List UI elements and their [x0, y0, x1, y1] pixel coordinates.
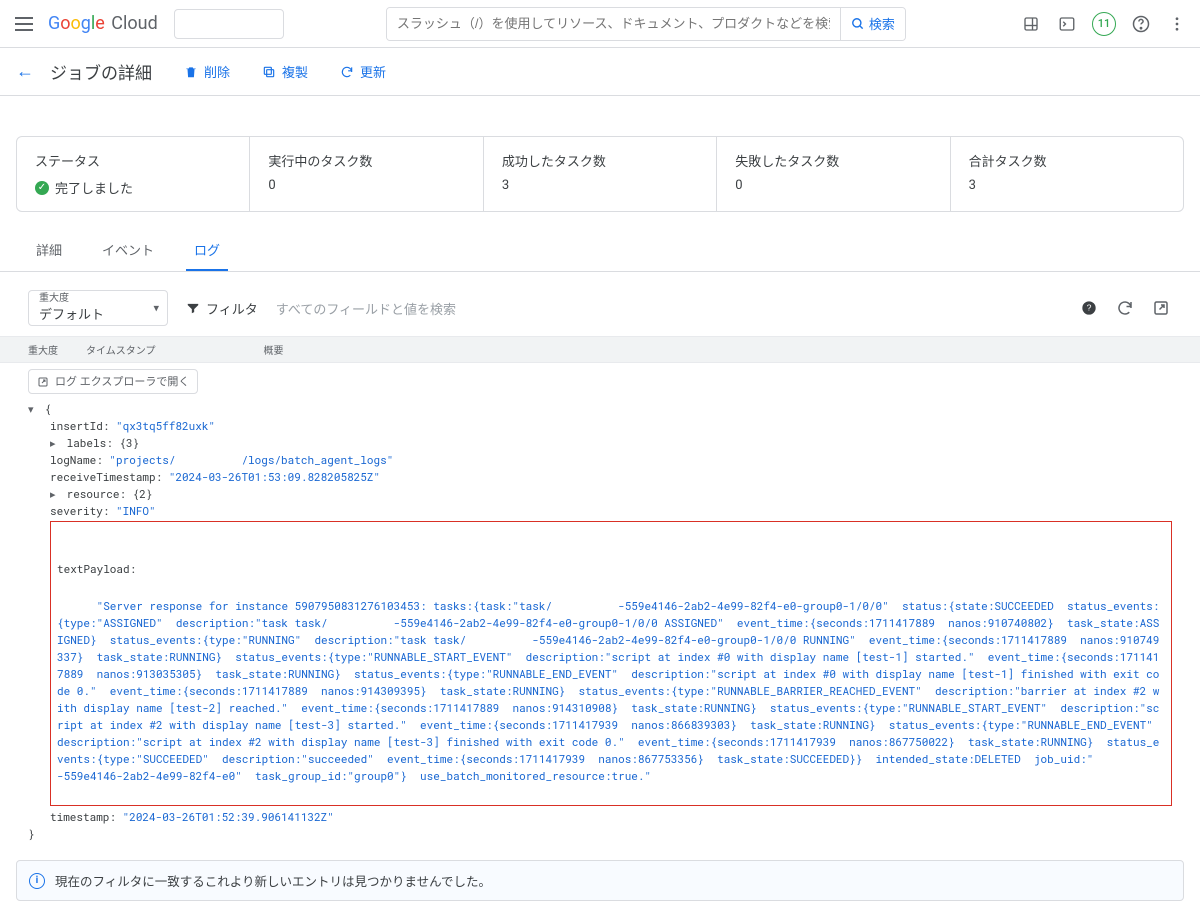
open-in-logs-explorer-button[interactable]: ログ エクスプローラで開く	[28, 369, 198, 394]
tab-logs[interactable]: ログ	[186, 228, 228, 271]
log-severity: "INFO"	[116, 503, 156, 518]
hamburger-menu-icon[interactable]	[12, 12, 36, 36]
log-col-severity: 重大度	[28, 342, 58, 357]
terminal-icon[interactable]	[1056, 13, 1078, 35]
page-title: ジョブの詳細	[50, 59, 152, 84]
caret-right-icon[interactable]: ▸	[50, 485, 60, 502]
log-labels: {3}	[119, 435, 139, 450]
status-card: ステータス ✓完了しました 実行中のタスク数 0 成功したタスク数 3 失敗した…	[16, 136, 1184, 212]
tabs: 詳細 イベント ログ	[0, 228, 1200, 272]
help-icon[interactable]	[1130, 13, 1152, 35]
filter-input-placeholder[interactable]: すべてのフィールドと値を検索	[276, 299, 456, 318]
more-icon[interactable]	[1166, 13, 1188, 35]
log-timestamp: "2024-03-26T01:52:39.906141132Z"	[123, 809, 334, 824]
project-selector[interactable]	[174, 9, 284, 39]
tab-details[interactable]: 詳細	[28, 228, 70, 271]
log-col-summary: 概要	[264, 342, 284, 357]
search-button-label: 検索	[869, 14, 895, 33]
header-utilities: 11	[1020, 12, 1188, 36]
search-button[interactable]: 検索	[840, 8, 905, 40]
copy-icon	[262, 65, 276, 79]
help-filled-icon[interactable]: ?	[1078, 297, 1100, 319]
filter-icon	[186, 301, 200, 315]
search-box: 検索	[386, 7, 906, 41]
tab-events[interactable]: イベント	[94, 228, 162, 271]
reload-icon[interactable]	[1114, 297, 1136, 319]
search-icon	[851, 17, 865, 31]
svg-text:?: ?	[1087, 303, 1092, 313]
gift-icon[interactable]	[1020, 13, 1042, 35]
status-cell-total: 合計タスク数 3	[951, 137, 1183, 211]
open-external-icon	[37, 376, 49, 388]
log-resource: {2}	[133, 486, 153, 501]
delete-button[interactable]: 削除	[176, 56, 238, 87]
refresh-button[interactable]: 更新	[332, 56, 394, 87]
status-cell-succeeded: 成功したタスク数 3	[484, 137, 717, 211]
gcp-logo[interactable]: Google Cloud	[48, 13, 158, 34]
info-banner-text: 現在のフィルタに一致するこれより新しいエントリは見つかりませんでした。	[55, 871, 491, 890]
top-header: Google Cloud 検索 11	[0, 0, 1200, 48]
notifications-badge[interactable]: 11	[1092, 12, 1116, 36]
log-name: "projects/ /logs/batch_agent_logs"	[109, 452, 393, 467]
log-header-row: 重大度 タイムスタンプ 概要	[0, 336, 1200, 363]
open-external-icon[interactable]	[1150, 297, 1172, 319]
status-cell-state: ステータス ✓完了しました	[17, 137, 250, 211]
filter-button[interactable]: フィルタ	[186, 299, 258, 318]
status-cell-running: 実行中のタスク数 0	[250, 137, 483, 211]
refresh-icon	[340, 65, 354, 79]
caret-down-icon[interactable]: ▾	[28, 400, 38, 417]
check-circle-icon: ✓	[35, 181, 49, 195]
trash-icon	[184, 65, 198, 79]
log-toolbar: 重大度 デフォルト フィルタ すべてのフィールドと値を検索 ?	[0, 272, 1200, 336]
log-entry: ▾ { insertId: "qx3tq5ff82uxk" ▸ labels: …	[28, 400, 1172, 842]
page-subheader: ← ジョブの詳細 削除 複製 更新	[0, 48, 1200, 96]
back-arrow-icon[interactable]: ←	[16, 61, 34, 82]
clone-button[interactable]: 複製	[254, 56, 316, 87]
search-input[interactable]	[387, 8, 840, 40]
log-insert-id: "qx3tq5ff82uxk"	[116, 418, 215, 433]
info-icon: i	[29, 873, 45, 889]
log-col-timestamp: タイムスタンプ	[86, 342, 156, 357]
info-banner: i 現在のフィルタに一致するこれより新しいエントリは見つかりませんでした。	[16, 860, 1184, 901]
caret-right-icon[interactable]: ▸	[50, 434, 60, 451]
log-receive-timestamp: "2024-03-26T01:53:09.828205825Z"	[169, 469, 380, 484]
status-cell-failed: 失敗したタスク数 0	[717, 137, 950, 211]
logs-body: ログ エクスプローラで開く ▾ { insertId: "qx3tq5ff82u…	[0, 363, 1200, 854]
log-text-payload-box: textPayload: "Server response for instan…	[50, 521, 1172, 806]
severity-select[interactable]: 重大度 デフォルト	[28, 290, 168, 326]
log-text-payload: "Server response for instance 5907950831…	[57, 598, 1166, 783]
